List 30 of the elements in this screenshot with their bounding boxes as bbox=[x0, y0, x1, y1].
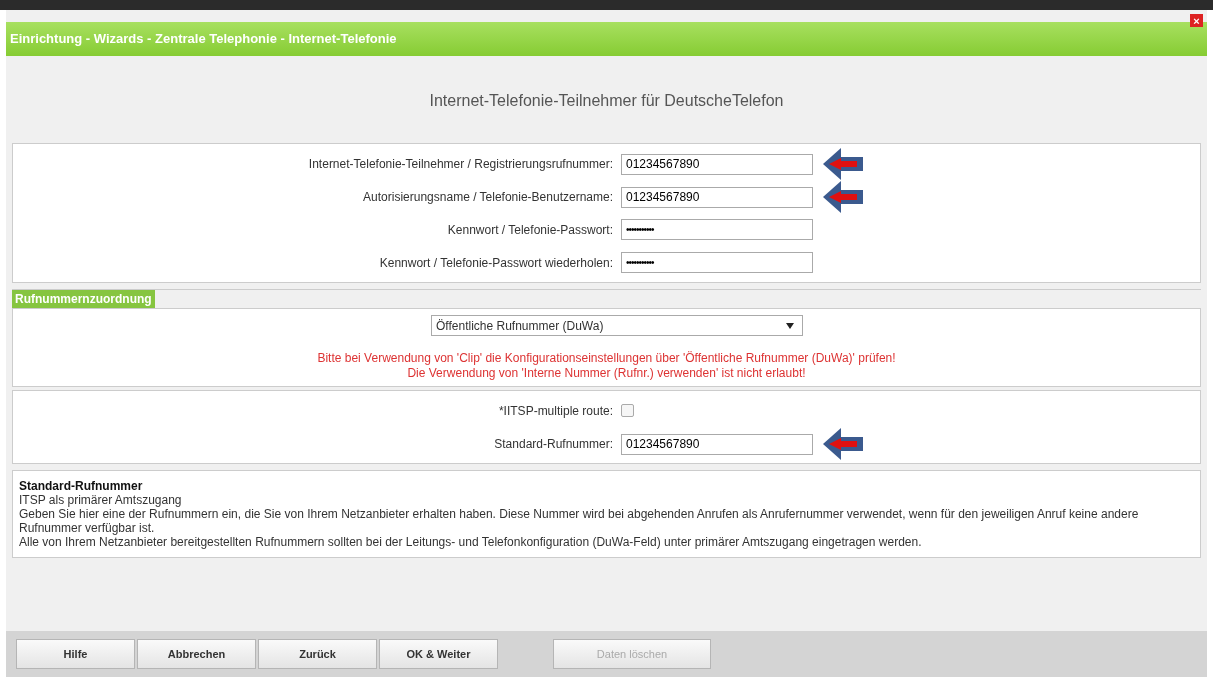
footer-button[interactable]: Zurück bbox=[258, 639, 377, 669]
page-heading: Internet-Telefonie-Teilnehmer für DeutscheTelefon bbox=[428, 91, 785, 111]
field-label: Kennwort / Telefonie-Passwort wiederholen: bbox=[378, 254, 613, 272]
footer-button[interactable]: Abbrechen bbox=[137, 639, 256, 669]
help-text: Geben Sie hier eine der Rufnummern ein, die Sie von Ihrem Netzanbieter erhalten haben. Diese Nummer wird bei abgehenden Anrufen als Anrufernummer verwendet, wenn für den jeweiligen Anruf keine andere Rufnummer verfügbar ist. bbox=[19, 507, 1140, 535]
checkbox[interactable] bbox=[621, 404, 634, 417]
window-title: Einrichtung - Wizards - Zentrale Telephonie - Internet-Telefonie bbox=[10, 30, 397, 49]
warning-text: Bitte bei Verwendung von 'Clip' die Konfigurationseinstellungen über 'Öffentliche Rufnummer (DuWa)' prüfen! bbox=[316, 351, 897, 366]
field-label: *IITSP-multiple route: bbox=[497, 402, 613, 420]
input-field[interactable]: 01234567890 bbox=[621, 433, 813, 455]
input-field[interactable]: ••••••••••• bbox=[621, 252, 813, 273]
field-label: Standard-Rufnummer: bbox=[493, 436, 613, 453]
field-label: Autorisierungsname / Telefonie-Benutzername: bbox=[362, 189, 613, 206]
help-text: Alle von Ihrem Netzanbieter bereitgestellten Rufnummern sollten bei der Leitungs- und Telefonkonfiguration (DuWa-Feld) unter primärer Amtszugang eingetragen werden. bbox=[19, 535, 923, 549]
field-label: Internet-Telefonie-Teilnehmer / Registrierungsrufnummer: bbox=[307, 156, 613, 173]
caret-icon bbox=[786, 322, 794, 329]
input-field[interactable]: ••••••••••• bbox=[621, 219, 813, 240]
input-field[interactable]: 01234567890 bbox=[621, 186, 813, 208]
input-field[interactable]: 01234567890 bbox=[621, 153, 813, 175]
help-title: Standard-Rufnummer bbox=[19, 479, 144, 493]
dropdown[interactable]: Öffentliche Rufnummer (DuWa) bbox=[431, 315, 803, 336]
field-label: Kennwort / Telefonie-Passwort: bbox=[446, 221, 613, 239]
help-text: ITSP als primärer Amtszugang bbox=[19, 493, 183, 507]
footer-button[interactable]: Hilfe bbox=[16, 639, 135, 669]
dropdown-value: Öffentliche Rufnummer (DuWa) bbox=[436, 317, 604, 335]
section-title: Rufnummernzuordnung bbox=[12, 290, 155, 308]
close-button[interactable]: × bbox=[1190, 14, 1203, 27]
warning-text: Die Verwendung von 'Interne Nummer (Rufnr.) verwenden' ist nicht erlaubt! bbox=[406, 366, 807, 381]
footer-button: Daten löschen bbox=[553, 639, 711, 669]
footer-button[interactable]: OK & Weiter bbox=[379, 639, 498, 669]
